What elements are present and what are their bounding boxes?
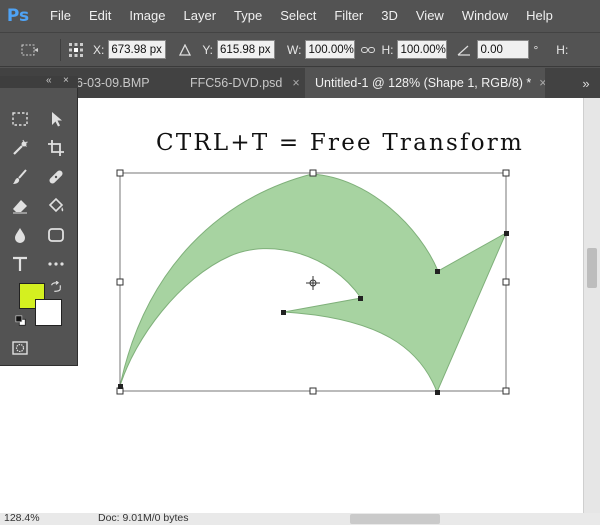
tools-panel: « × [0, 75, 78, 366]
doc-size[interactable]: Doc: 9.01M/0 bytes [98, 513, 188, 524]
tab-label: FFC56-DVD.psd [190, 76, 283, 90]
document-tab-bar: 6-03-09.BMP FFC56-DVD.psd × Untitled-1 @ … [0, 68, 600, 98]
paint-bucket-icon[interactable] [44, 194, 68, 218]
anchor-point[interactable] [358, 296, 363, 301]
canvas-heading: CTRL+T = Free Transform [156, 130, 524, 156]
menu-window[interactable]: Window [453, 0, 517, 32]
angle-icon [455, 41, 473, 59]
menu-view[interactable]: View [407, 0, 453, 32]
menu-type[interactable]: Type [225, 0, 271, 32]
handle-top-middle[interactable] [309, 169, 317, 177]
default-colors-icon[interactable] [12, 312, 30, 330]
canvas-artwork: CTRL+T = Free Transform [116, 130, 524, 395]
menu-bar: Ps File Edit Image Layer Type Select Fil… [0, 0, 600, 32]
type-icon[interactable] [8, 252, 32, 276]
w-input[interactable]: 100.00% [305, 40, 356, 59]
handle-top-left[interactable] [116, 169, 124, 177]
w-label: W: [287, 42, 302, 57]
tab-label: 6-03-09.BMP [76, 76, 150, 90]
vertical-scrollbar[interactable] [583, 98, 600, 513]
menu-image[interactable]: Image [120, 0, 174, 32]
tab-bmp-file[interactable]: 6-03-09.BMP [62, 68, 180, 98]
zoom-level[interactable]: 128.4% [4, 513, 40, 524]
angle-unit: ° [533, 42, 539, 57]
tools-panel-header: « × [0, 75, 78, 88]
menu-file[interactable]: File [34, 0, 80, 32]
photoshop-window: Ps File Edit Image Layer Type Select Fil… [0, 0, 600, 525]
link-icon[interactable] [359, 41, 377, 59]
marquee-icon[interactable] [8, 107, 32, 131]
shape-icon[interactable] [44, 223, 68, 247]
tab-overflow-icon[interactable]: » [572, 68, 600, 98]
collapse-icon[interactable]: « [46, 75, 52, 86]
options-bar: X: 673.98 px Y: 615.98 px W: 100.00% H: … [0, 32, 600, 67]
tab-untitled-1[interactable]: Untitled-1 @ 128% (Shape 1, RGB/8) * × [305, 68, 545, 98]
more-tools-icon[interactable] [44, 252, 68, 276]
reference-point-crosshair[interactable] [306, 276, 320, 290]
healing-icon[interactable] [44, 165, 68, 189]
y-input[interactable]: 615.98 px [217, 40, 276, 59]
tab-label: Untitled-1 @ 128% (Shape 1, RGB/8) * [315, 76, 532, 90]
anchor-point[interactable] [435, 390, 440, 395]
menu-help[interactable]: Help [517, 0, 562, 32]
x-label: X: [93, 42, 105, 57]
menu-3d[interactable]: 3D [372, 0, 407, 32]
status-bar: 128.4% Doc: 9.01M/0 bytes [0, 513, 600, 525]
anchor-point[interactable] [118, 384, 123, 389]
blur-icon[interactable] [8, 223, 32, 247]
move-icon[interactable] [44, 107, 68, 131]
anchor-point[interactable] [435, 269, 440, 274]
spot-healing-icon[interactable] [8, 136, 32, 160]
menu-select[interactable]: Select [271, 0, 325, 32]
handle-bottom-middle[interactable] [309, 387, 317, 395]
reference-point-icon[interactable] [67, 41, 85, 59]
menu-layer[interactable]: Layer [175, 0, 226, 32]
angle-input[interactable]: 0.00 [477, 40, 530, 59]
h-skew-label: H: [556, 42, 569, 57]
background-color-swatch[interactable] [35, 299, 62, 326]
x-input[interactable]: 673.98 px [108, 40, 167, 59]
menu-edit[interactable]: Edit [80, 0, 120, 32]
y-label: Y: [202, 42, 214, 57]
horizontal-scrollbar-thumb[interactable] [350, 514, 440, 524]
transform-origin-icon[interactable] [18, 41, 40, 59]
swap-colors-icon[interactable] [48, 279, 64, 295]
handle-bottom-right[interactable] [502, 387, 510, 395]
h-label: H: [381, 42, 394, 57]
h-input[interactable]: 100.00% [397, 40, 448, 59]
scrollbar-thumb[interactable] [587, 248, 597, 288]
delta-icon[interactable] [176, 41, 194, 59]
close-icon[interactable]: × [63, 75, 69, 86]
eraser-icon[interactable] [8, 194, 32, 218]
menu-filter[interactable]: Filter [325, 0, 372, 32]
anchor-point[interactable] [281, 310, 286, 315]
handle-top-right[interactable] [502, 169, 510, 177]
close-icon[interactable]: × [292, 76, 299, 90]
handle-middle-left[interactable] [116, 278, 124, 286]
anchor-point[interactable] [504, 231, 509, 236]
close-icon[interactable]: × [539, 76, 545, 90]
options-separator [60, 38, 61, 61]
crop-icon[interactable] [44, 136, 68, 160]
tab-psd-file[interactable]: FFC56-DVD.psd × [180, 68, 304, 98]
document-canvas[interactable]: CTRL+T = Free Transform [0, 98, 583, 513]
app-logo: Ps [6, 6, 30, 26]
brush-icon[interactable] [8, 165, 32, 189]
handle-middle-right[interactable] [502, 278, 510, 286]
quick-mask-icon[interactable] [8, 336, 32, 360]
